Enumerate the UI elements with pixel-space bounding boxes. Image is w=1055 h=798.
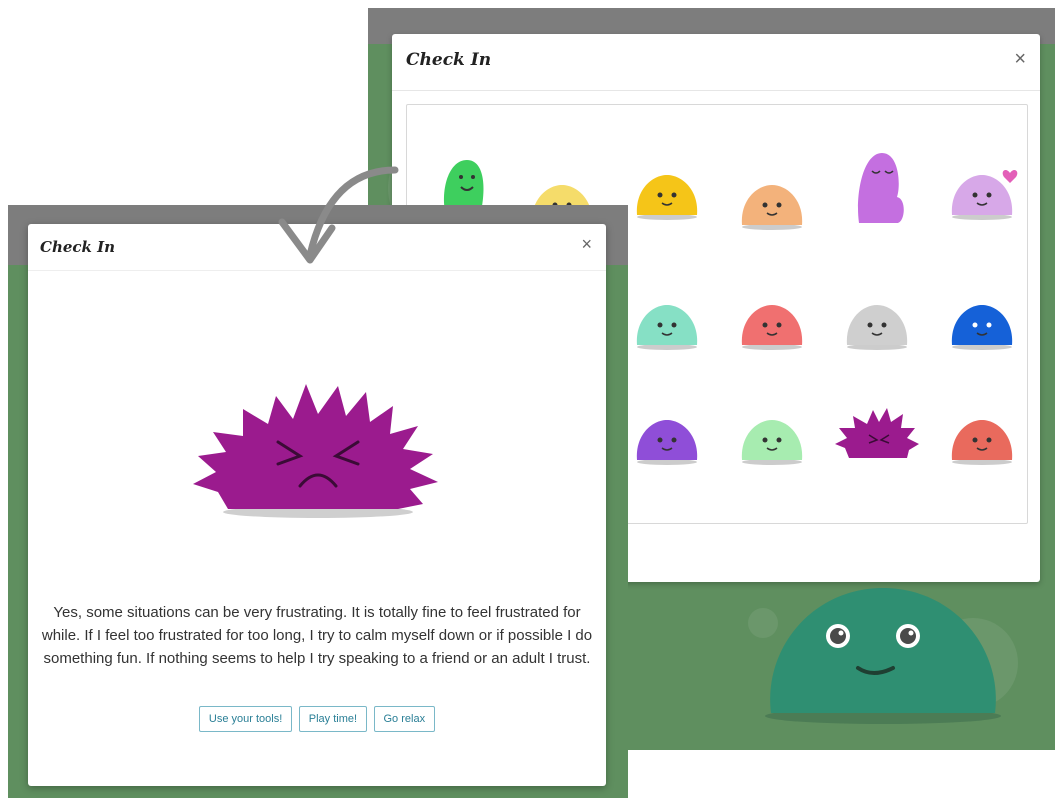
play-time-button[interactable]: Play time! [298,706,368,732]
modal-header: Check In × [392,34,1040,91]
use-your-tools-button[interactable]: Use your tools! [198,706,293,732]
emotion-pink-small-icon[interactable] [722,265,822,365]
emotion-light-green-nervous-icon[interactable] [722,380,822,480]
emotion-yellow-laughing-icon[interactable] [617,135,717,235]
main-character-blob [753,568,1013,738]
check-in-modal-frustrated: Check In × Yes, some situations can be v… [28,224,606,786]
frustrated-spiky-creature [188,364,448,524]
close-icon[interactable]: × [1014,48,1026,71]
emotion-lilac-love-icon[interactable] [932,135,1032,235]
go-relax-button[interactable]: Go relax [373,706,436,732]
close-icon[interactable]: × [581,234,592,255]
feedback-message: Yes, some situations can be very frustra… [41,604,593,667]
emotion-blue-surprised-icon[interactable] [932,265,1032,365]
transition-arrow-icon [278,166,399,264]
emotion-grey-meh-icon[interactable] [827,265,927,365]
modal-title: Check In [406,50,492,70]
emotion-peach-calm-icon[interactable] [722,145,822,245]
emotion-coral-sad-icon[interactable] [932,380,1032,480]
emotion-mint-content-icon[interactable] [617,265,717,365]
action-buttons: Use your tools! Play time! Go relax [28,706,606,732]
emotion-magenta-frustrated-icon[interactable] [827,380,927,480]
emotion-purple-shy-icon[interactable] [827,135,927,235]
emotion-violet-worried-icon[interactable] [617,380,717,480]
modal-title: Check In [40,238,116,256]
